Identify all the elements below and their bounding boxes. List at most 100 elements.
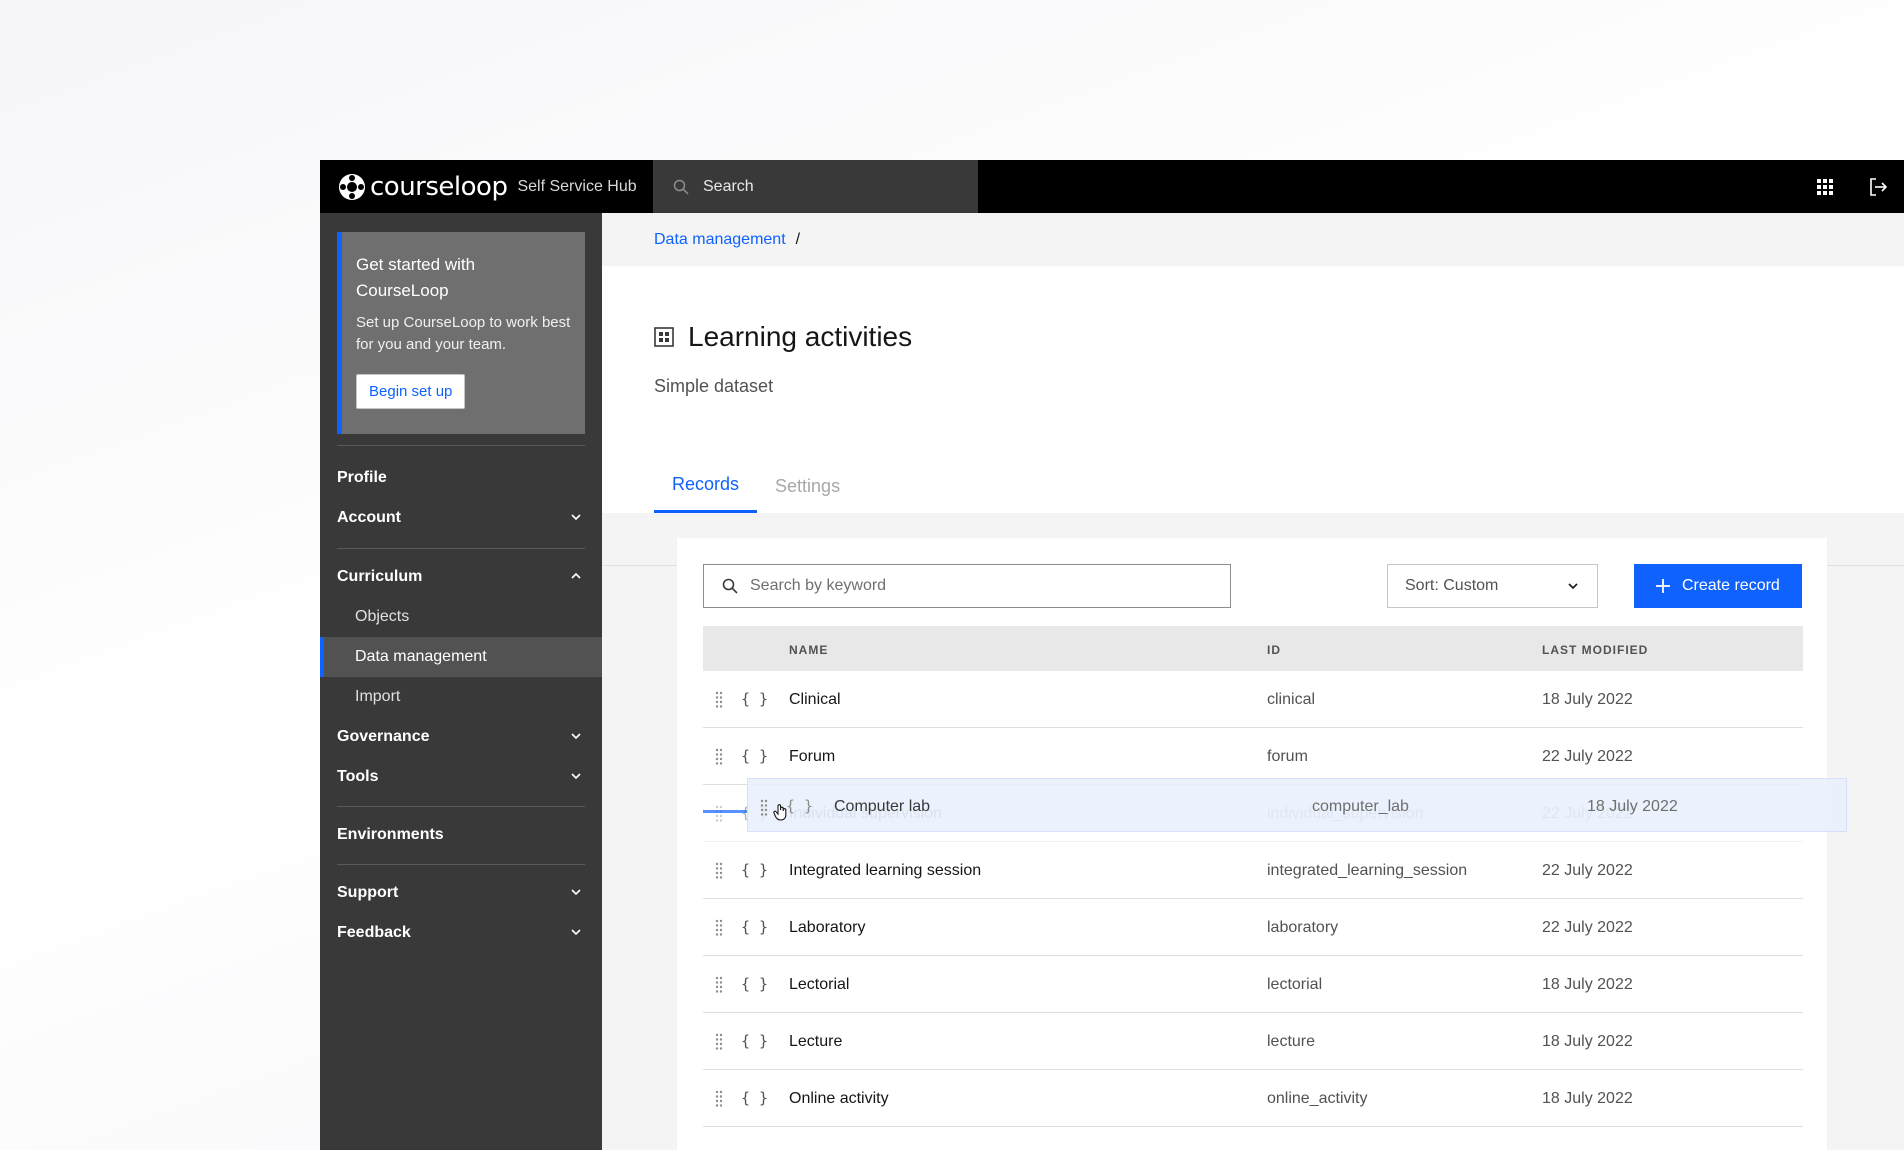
global-search[interactable]: Search (653, 160, 978, 213)
keyword-search-input[interactable]: Search by keyword (703, 564, 1231, 608)
sidebar-item-objects[interactable]: Objects (320, 597, 602, 637)
tab-records[interactable]: Records (654, 459, 758, 513)
cell-id: lecture (1267, 1033, 1316, 1050)
drag-handle-icon[interactable] (715, 1090, 723, 1108)
drag-handle-icon[interactable] (715, 748, 723, 766)
cell-name[interactable]: Integrated learning session (789, 862, 981, 880)
logout-button[interactable] (1851, 160, 1904, 213)
cell-name[interactable]: Clinical (789, 691, 841, 709)
sidebar-item-feedback[interactable]: Feedback (320, 913, 602, 953)
cell-id: lectorial (1267, 976, 1323, 993)
cell-name[interactable]: Lectorial (789, 976, 849, 994)
sidebar-item-profile[interactable]: Profile (320, 458, 602, 498)
drag-handle-icon[interactable] (715, 862, 723, 880)
create-record-label: Create record (1682, 577, 1780, 594)
app-switcher-button[interactable] (1798, 160, 1851, 213)
sidebar-item-label: Environments (337, 826, 444, 843)
json-braces-icon: { } (786, 797, 814, 815)
drag-handle-icon[interactable] (715, 919, 723, 937)
json-braces-icon: { } (741, 918, 769, 936)
chevron-down-icon (1568, 583, 1578, 590)
column-header-id[interactable]: ID (1267, 643, 1281, 657)
getting-started-card: Get started with CourseLoop Set up Cours… (337, 232, 585, 434)
column-header-name[interactable]: NAME (789, 643, 828, 657)
table-row[interactable]: { } Lectorial lectorial 18 July 2022 (703, 956, 1803, 1013)
courseloop-logo-icon (338, 173, 366, 201)
sidebar-item-support[interactable]: Support (320, 873, 602, 913)
create-record-button[interactable]: Create record (1634, 564, 1802, 608)
dragging-row[interactable]: { } Computer lab computer_lab 18 July 20… (747, 778, 1847, 832)
logout-icon (1869, 177, 1887, 196)
cell-name[interactable]: Forum (789, 748, 835, 766)
json-braces-icon: { } (741, 975, 769, 993)
sort-dropdown[interactable]: Sort: Custom (1387, 564, 1598, 608)
sidebar-item-label: Support (337, 884, 399, 901)
cell-name[interactable]: Online activity (789, 1090, 889, 1108)
sidebar-item-curriculum[interactable]: Curriculum (320, 557, 602, 597)
drop-indicator (703, 810, 747, 813)
chevron-down-icon (571, 514, 581, 521)
search-icon (722, 578, 738, 594)
brand[interactable]: courseloop Self Service Hub (320, 160, 653, 213)
drag-handle-icon[interactable] (715, 1033, 723, 1051)
tab-list: Records Settings (654, 459, 858, 513)
breadcrumb: Data management / (602, 213, 1904, 266)
drag-handle-icon[interactable] (715, 805, 723, 823)
cell-last-modified: 18 July 2022 (1542, 1090, 1633, 1107)
cell-name[interactable]: Laboratory (789, 919, 866, 937)
cell-last-modified: 22 July 2022 (1542, 919, 1633, 936)
cell-last-modified: 22 July 2022 (1542, 748, 1633, 765)
promo-text: Set up CourseLoop to work best for you a… (356, 314, 571, 353)
table-row[interactable]: { } Forum forum 22 July 2022 (703, 728, 1803, 785)
grab-cursor-icon (773, 804, 787, 821)
table-row[interactable]: { } Integrated learning session integrated… (703, 842, 1803, 899)
hub-name: Self Service Hub (517, 177, 637, 195)
table-header: NAME ID LAST MODIFIED (703, 626, 1803, 671)
sidebar-item-label: Import (355, 688, 401, 705)
sidebar-item-environments[interactable]: Environments (320, 815, 602, 855)
global-search-placeholder: Search (703, 177, 754, 195)
sidebar-item-account[interactable]: Account (320, 498, 602, 538)
cell-last-modified: 18 July 2022 (1542, 691, 1633, 708)
plus-icon (1656, 579, 1670, 593)
table-row[interactable]: { } Online activity online_activity 18 July… (703, 1070, 1803, 1127)
records-panel: Search by keyword Sort: Custom Create re… (677, 538, 1847, 1150)
page-title-text: Learning activities (688, 321, 913, 352)
sidebar: Get started with CourseLoop Set up Cours… (320, 213, 602, 1150)
sidebar-divider (337, 548, 585, 549)
sidebar-item-label: Feedback (337, 924, 411, 941)
sidebar-item-tools[interactable]: Tools (320, 757, 602, 797)
chevron-down-icon (571, 929, 581, 936)
table-row[interactable]: { } Laboratory laboratory 22 July 2022 (703, 899, 1803, 956)
drag-handle-icon[interactable] (715, 976, 723, 994)
dragging-row-id: computer_lab (1312, 798, 1409, 815)
breadcrumb-link-data-management[interactable]: Data management (654, 231, 786, 249)
search-icon (673, 179, 689, 195)
top-actions (1798, 160, 1904, 213)
chevron-down-icon (571, 889, 581, 896)
cell-last-modified: 22 July 2022 (1542, 862, 1633, 879)
sidebar-item-label: Curriculum (337, 568, 423, 585)
drag-handle-icon[interactable] (760, 799, 768, 817)
cell-id: online_activity (1267, 1090, 1368, 1107)
sidebar-item-import[interactable]: Import (320, 677, 602, 717)
begin-setup-button[interactable]: Begin set up (356, 374, 466, 409)
page-title: Learning activities (654, 321, 912, 353)
sidebar-item-governance[interactable]: Governance (320, 717, 602, 757)
cell-name[interactable]: Lecture (789, 1033, 842, 1051)
dragging-row-name: Computer lab (834, 798, 931, 815)
records-table: NAME ID LAST MODIFIED { } Clinical clinica… (703, 626, 1803, 1127)
cell-id: laboratory (1267, 919, 1339, 936)
breadcrumb-separator: / (795, 230, 801, 248)
sidebar-item-label: Tools (337, 768, 379, 785)
column-header-last-modified[interactable]: LAST MODIFIED (1542, 643, 1648, 657)
cell-id: clinical (1267, 691, 1316, 708)
json-braces-icon: { } (741, 747, 769, 765)
sidebar-divider (337, 806, 585, 807)
tab-settings[interactable]: Settings (757, 459, 858, 513)
sidebar-item-data-management[interactable]: Data management (320, 637, 602, 677)
table-row[interactable]: { } Lecture lecture 18 July 2022 (703, 1013, 1803, 1070)
chevron-down-icon (571, 773, 581, 780)
table-row[interactable]: { } Clinical clinical 18 July 2022 (703, 671, 1803, 728)
drag-handle-icon[interactable] (715, 691, 723, 709)
